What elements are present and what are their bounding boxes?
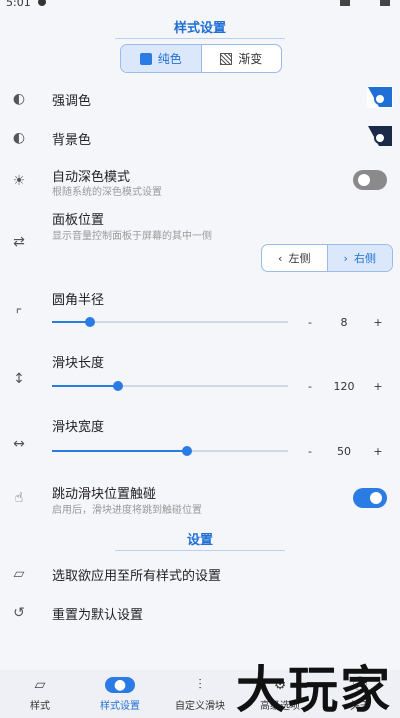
slider-length-thumb[interactable] — [113, 381, 124, 391]
status-time: 5:01 — [6, 0, 31, 9]
apply-all-icon: ▱ — [13, 566, 25, 582]
slider-width-value: 50 — [337, 445, 351, 458]
fill-mode-toggle: 纯色 渐变 — [120, 44, 282, 73]
radius-value: 8 — [340, 316, 348, 329]
slider-width-label: 滑块宽度 — [52, 420, 105, 435]
panel-position-label: 面板位置 — [52, 213, 105, 228]
palette-icon: ◐ — [12, 130, 26, 146]
slider-width-increment-button[interactable]: + — [372, 445, 384, 458]
signal-icon — [340, 0, 350, 6]
gradient-fill-icon — [220, 52, 233, 65]
slider-length-label: 滑块长度 — [52, 356, 105, 371]
slider-length-slider[interactable] — [52, 381, 288, 391]
slider-width-decrement-button[interactable]: - — [305, 445, 315, 458]
settings-section-title: 设置 — [186, 533, 213, 548]
style-section-title: 样式设置 — [173, 21, 226, 36]
swap-icon: ⇄ — [13, 234, 25, 250]
section-divider — [115, 550, 285, 551]
status-bar: 5:01 — [0, 0, 400, 9]
sliders-icon: ⫶ — [198, 676, 202, 693]
nav-tab-styles[interactable]: ▱ 样式 — [0, 670, 80, 718]
length-icon: ↕ — [13, 371, 25, 387]
chevron-left-icon: ‹ — [278, 251, 283, 265]
radius-increment-button[interactable]: + — [372, 316, 384, 329]
palette-icon: ● — [105, 676, 135, 693]
jump-touch-label: 跳动滑块位置触碰 — [52, 487, 157, 502]
accent-color-label: 强调色 — [52, 94, 92, 109]
touch-icon: ☝ — [14, 490, 24, 506]
panel-position-description: 显示音量控制面板于屏幕的其中一侧 — [52, 231, 212, 242]
fill-solid-option[interactable]: 纯色 — [121, 45, 202, 72]
radius-slider[interactable] — [52, 317, 288, 327]
width-icon: ↔ — [13, 436, 25, 452]
panel-right-option[interactable]: › 右侧 — [326, 245, 392, 271]
dark-mode-switch[interactable] — [353, 170, 387, 190]
corner-radius-icon: ⌜ — [15, 307, 23, 323]
slider-length-decrement-button[interactable]: - — [305, 380, 315, 393]
jump-touch-description: 启用后，滑块进度将跳到触碰位置 — [52, 505, 202, 516]
battery-icon — [380, 0, 390, 6]
slider-width-thumb[interactable] — [181, 446, 192, 456]
watermark-logo: 大玩家 — [236, 660, 392, 718]
radius-decrement-button[interactable]: - — [305, 316, 315, 329]
dark-mode-description: 根随系统的深色模式设置 — [52, 187, 162, 198]
radius-slider-thumb[interactable] — [84, 317, 95, 327]
panel-left-option[interactable]: ‹ 左侧 — [262, 245, 327, 271]
radius-label: 圆角半径 — [52, 293, 105, 308]
nav-tab-custom-slider[interactable]: ⫶ 自定义滑块 — [160, 670, 240, 718]
fill-gradient-option[interactable]: 渐变 — [202, 45, 282, 72]
styles-icon: ▱ — [34, 676, 46, 693]
slider-length-value: 120 — [333, 380, 355, 393]
brightness-icon: ☀ — [12, 173, 26, 189]
nav-tab-style-settings[interactable]: ● 样式设置 — [80, 670, 160, 718]
reset-icon: ↺ — [13, 605, 25, 621]
section-divider — [115, 38, 285, 39]
background-color-label: 背景色 — [52, 133, 92, 148]
apply-all-settings[interactable]: 选取欲应用至所有样式的设置 — [52, 565, 221, 584]
chevron-right-icon: › — [343, 251, 348, 265]
jump-touch-switch[interactable] — [353, 488, 387, 508]
panel-side-toggle: ‹ 左侧 › 右侧 — [261, 244, 393, 272]
slider-width-slider[interactable] — [52, 446, 288, 456]
accent-color-picker[interactable] — [367, 86, 393, 108]
notification-icon — [38, 0, 46, 6]
solid-fill-icon — [139, 52, 152, 65]
reset-defaults[interactable]: 重置为默认设置 — [52, 604, 143, 623]
background-color-picker[interactable] — [367, 125, 393, 147]
slider-length-increment-button[interactable]: + — [372, 380, 384, 393]
palette-icon: ◐ — [12, 91, 26, 107]
